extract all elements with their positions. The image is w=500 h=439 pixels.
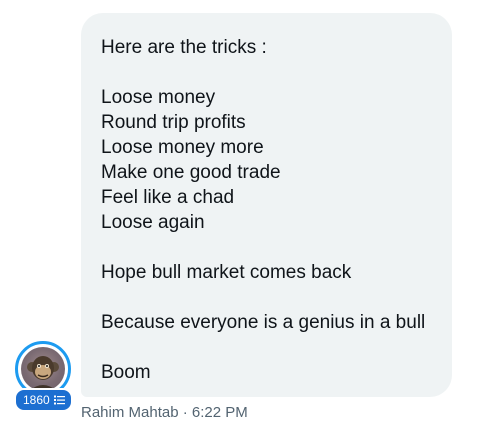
message-line-empty (101, 235, 432, 260)
meta-separator: · (182, 404, 188, 421)
message-bubble[interactable]: Here are the tricks : Loose money Round … (81, 13, 452, 397)
message-line: Feel like a chad (101, 187, 235, 208)
message-line: Loose money more (101, 137, 264, 158)
level-badge[interactable]: 1860 (14, 388, 73, 412)
sender-name[interactable]: Rahim Mahtab (81, 404, 179, 421)
message-line-empty (101, 285, 432, 310)
message-line: Round trip profits (101, 112, 246, 133)
message-line-empty (101, 335, 432, 360)
message-time: 6:22 PM (191, 404, 248, 421)
message-line: Boom (101, 362, 151, 383)
message-line-empty (101, 60, 432, 85)
message-line: Here are the tricks : (101, 37, 267, 58)
badge-count: 1860 (23, 393, 50, 407)
message-meta: Rahim Mahtab · 6:22 PM (81, 404, 248, 421)
message-line: Loose again (101, 212, 205, 233)
message-line: Loose money (101, 87, 216, 108)
ordered-list-icon (53, 395, 65, 405)
message-line: Hope bull market comes back (101, 262, 352, 283)
ape-avatar-icon (21, 347, 65, 391)
message-line: Because everyone is a genius in a bull (101, 312, 426, 333)
message-line: Make one good trade (101, 162, 281, 183)
